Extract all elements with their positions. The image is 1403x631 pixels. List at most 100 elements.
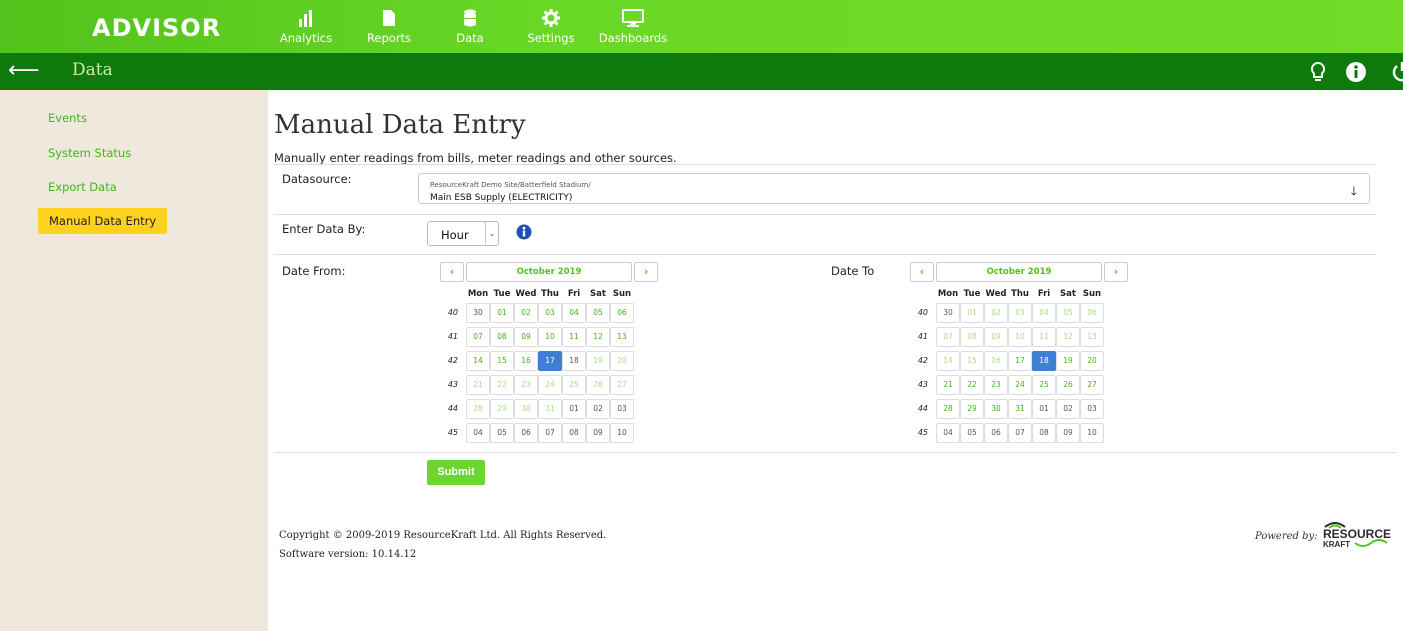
calendar-day[interactable]: 27	[610, 375, 634, 395]
info-circle-icon[interactable]	[1345, 61, 1367, 83]
calendar-day[interactable]: 19	[586, 351, 610, 371]
sidebar-item-manual-data-entry[interactable]: Manual Data Entry	[38, 208, 168, 234]
calendar-day[interactable]: 03	[538, 303, 562, 323]
calendar-day[interactable]: 24	[1008, 375, 1032, 395]
nav-reports[interactable]: Reports	[344, 8, 434, 45]
calendar-day[interactable]: 31	[538, 399, 562, 419]
calendar-day[interactable]: 07	[466, 327, 490, 347]
calendar-day[interactable]: 03	[1080, 399, 1104, 419]
info-circle-icon[interactable]	[516, 224, 532, 240]
prev-month-button[interactable]: ‹	[910, 262, 934, 282]
calendar-day[interactable]: 13	[610, 327, 634, 347]
calendar-day[interactable]: 01	[490, 303, 514, 323]
next-month-button[interactable]: ›	[1104, 262, 1128, 282]
calendar-day[interactable]: 16	[984, 351, 1008, 371]
app-logo[interactable]: ADVISOR	[92, 14, 221, 42]
enter-by-select[interactable]: Hour ⌄	[427, 221, 499, 246]
calendar-day[interactable]: 01	[1032, 399, 1056, 419]
power-icon[interactable]	[1391, 61, 1403, 83]
calendar-day[interactable]: 02	[1056, 399, 1080, 419]
calendar-day[interactable]: 01	[960, 303, 984, 323]
nav-settings[interactable]: Settings	[506, 8, 596, 45]
lightbulb-icon[interactable]	[1307, 61, 1329, 83]
datasource-select[interactable]: ResourceKraft Demo Site/Batterfield Stad…	[418, 173, 1370, 204]
calendar-day[interactable]: 03	[1008, 303, 1032, 323]
calendar-day[interactable]: 07	[1008, 423, 1032, 443]
calendar-day[interactable]: 11	[1032, 327, 1056, 347]
calendar-day[interactable]: 04	[1032, 303, 1056, 323]
calendar-day[interactable]: 09	[984, 327, 1008, 347]
calendar-day[interactable]: 06	[1080, 303, 1104, 323]
calendar-day[interactable]: 29	[960, 399, 984, 419]
calendar-day[interactable]: 09	[586, 423, 610, 443]
calendar-day[interactable]: 08	[562, 423, 586, 443]
calendar-day[interactable]: 23	[514, 375, 538, 395]
calendar-day[interactable]: 15	[490, 351, 514, 371]
calendar-day[interactable]: 06	[514, 423, 538, 443]
calendar-day[interactable]: 05	[490, 423, 514, 443]
calendar-day[interactable]: 26	[586, 375, 610, 395]
calendar-day[interactable]: 05	[586, 303, 610, 323]
calendar-month-title[interactable]: October 2019	[936, 262, 1102, 282]
calendar-day[interactable]: 11	[562, 327, 586, 347]
calendar-day[interactable]: 30	[984, 399, 1008, 419]
calendar-day[interactable]: 08	[490, 327, 514, 347]
calendar-day[interactable]: 21	[466, 375, 490, 395]
calendar-day[interactable]: 27	[1080, 375, 1104, 395]
calendar-day[interactable]: 06	[610, 303, 634, 323]
calendar-day[interactable]: 07	[936, 327, 960, 347]
prev-month-button[interactable]: ‹	[440, 262, 464, 282]
calendar-day[interactable]: 04	[562, 303, 586, 323]
calendar-day[interactable]: 17	[1008, 351, 1032, 371]
calendar-day[interactable]: 08	[1032, 423, 1056, 443]
calendar-day[interactable]: 26	[1056, 375, 1080, 395]
calendar-day[interactable]: 29	[490, 399, 514, 419]
calendar-day[interactable]: 22	[960, 375, 984, 395]
calendar-day[interactable]: 13	[1080, 327, 1104, 347]
calendar-day[interactable]: 05	[1056, 303, 1080, 323]
sidebar-item-export-data[interactable]: Export Data	[48, 180, 117, 194]
calendar-day[interactable]: 30	[514, 399, 538, 419]
calendar-day[interactable]: 28	[466, 399, 490, 419]
calendar-day[interactable]: 08	[960, 327, 984, 347]
calendar-day[interactable]: 10	[1080, 423, 1104, 443]
calendar-day[interactable]: 10	[610, 423, 634, 443]
calendar-day[interactable]: 30	[936, 303, 960, 323]
next-month-button[interactable]: ›	[634, 262, 658, 282]
calendar-day[interactable]: 03	[610, 399, 634, 419]
calendar-day[interactable]: 10	[1008, 327, 1032, 347]
calendar-day[interactable]: 10	[538, 327, 562, 347]
nav-dashboards[interactable]: Dashboards	[588, 8, 678, 45]
calendar-day[interactable]: 07	[538, 423, 562, 443]
calendar-day[interactable]: 20	[1080, 351, 1104, 371]
sidebar-item-system-status[interactable]: System Status	[48, 146, 131, 160]
calendar-day[interactable]: 25	[562, 375, 586, 395]
back-arrow-icon[interactable]: ⟵	[8, 58, 40, 83]
sidebar-item-events[interactable]: Events	[48, 111, 87, 125]
calendar-day[interactable]: 06	[984, 423, 1008, 443]
calendar-day[interactable]: 01	[562, 399, 586, 419]
calendar-day[interactable]: 16	[514, 351, 538, 371]
calendar-day[interactable]: 18	[562, 351, 586, 371]
calendar-day[interactable]: 28	[936, 399, 960, 419]
calendar-day[interactable]: 17	[538, 351, 562, 371]
calendar-day[interactable]: 02	[984, 303, 1008, 323]
calendar-day[interactable]: 04	[936, 423, 960, 443]
calendar-day[interactable]: 14	[466, 351, 490, 371]
calendar-day[interactable]: 14	[936, 351, 960, 371]
calendar-day[interactable]: 19	[1056, 351, 1080, 371]
calendar-day[interactable]: 23	[984, 375, 1008, 395]
calendar-day[interactable]: 15	[960, 351, 984, 371]
calendar-day[interactable]: 25	[1032, 375, 1056, 395]
calendar-day[interactable]: 12	[1056, 327, 1080, 347]
calendar-day[interactable]: 02	[514, 303, 538, 323]
calendar-day[interactable]: 30	[466, 303, 490, 323]
calendar-day[interactable]: 22	[490, 375, 514, 395]
calendar-day[interactable]: 09	[1056, 423, 1080, 443]
calendar-day[interactable]: 18	[1032, 351, 1056, 371]
calendar-day[interactable]: 20	[610, 351, 634, 371]
calendar-day[interactable]: 31	[1008, 399, 1032, 419]
calendar-day[interactable]: 02	[586, 399, 610, 419]
calendar-day[interactable]: 12	[586, 327, 610, 347]
calendar-day[interactable]: 21	[936, 375, 960, 395]
